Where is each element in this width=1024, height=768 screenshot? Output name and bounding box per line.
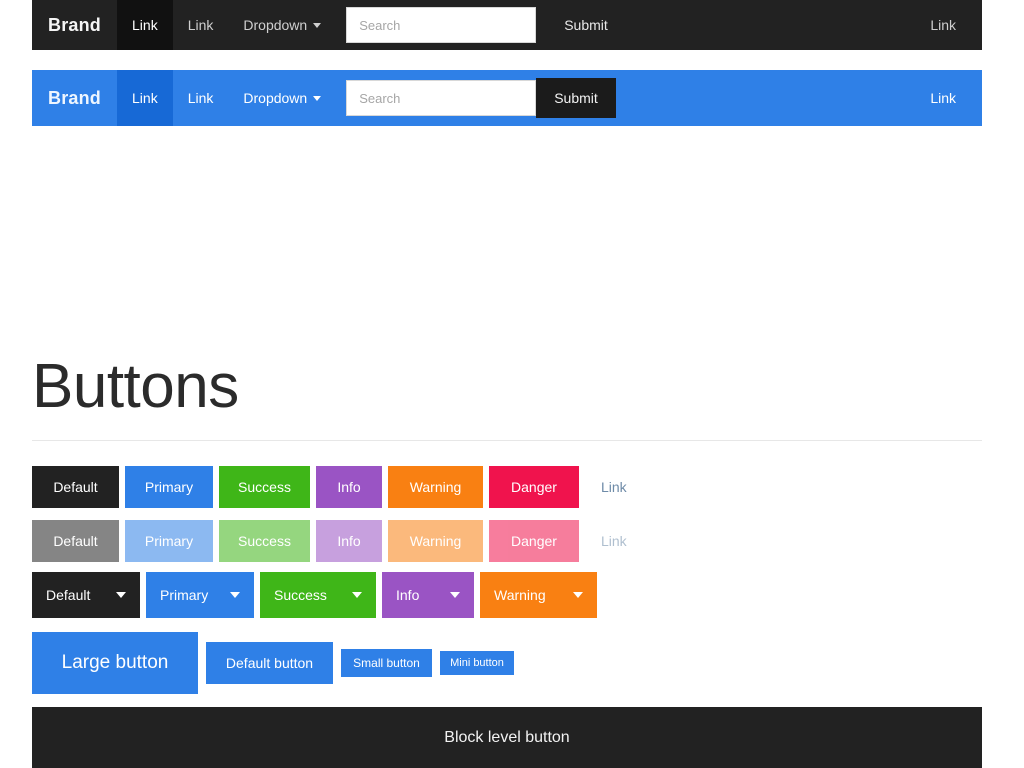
button-row-dropdowns: Default Primary Success Info Warning bbox=[32, 572, 597, 618]
navbar-dark-right-link[interactable]: Link bbox=[922, 17, 964, 33]
button-info[interactable]: Info bbox=[316, 466, 382, 508]
dropdown-button-default-label: Default bbox=[46, 587, 91, 603]
button-default[interactable]: Default bbox=[32, 466, 119, 508]
button-link[interactable]: Link bbox=[585, 466, 643, 508]
navbar-dark-search-form: Submit bbox=[346, 0, 624, 50]
dropdown-button-success-label: Success bbox=[274, 587, 327, 603]
button-success-disabled: Success bbox=[219, 520, 310, 562]
navbar-dark-link-1[interactable]: Link bbox=[117, 0, 173, 50]
dropdown-button-success[interactable]: Success bbox=[260, 572, 376, 618]
button-row-disabled: Default Primary Success Info Warning Dan… bbox=[32, 520, 643, 562]
navbar-primary-search-form: Submit bbox=[346, 70, 616, 126]
navbar-primary-right-group: Link bbox=[922, 70, 982, 126]
button-large[interactable]: Large button bbox=[32, 632, 198, 694]
navbar-primary-brand[interactable]: Brand bbox=[32, 70, 117, 126]
navbar-primary-search-input[interactable] bbox=[346, 80, 537, 116]
dropdown-button-info[interactable]: Info bbox=[382, 572, 474, 618]
page-title: Buttons bbox=[32, 352, 239, 421]
navbar-dark-link-2[interactable]: Link bbox=[173, 0, 229, 50]
navbar-primary-link-2[interactable]: Link bbox=[173, 70, 229, 126]
caret-down-icon bbox=[352, 592, 362, 598]
button-success[interactable]: Success bbox=[219, 466, 310, 508]
caret-down-icon bbox=[116, 592, 126, 598]
button-row-standard: Default Primary Success Info Warning Dan… bbox=[32, 466, 643, 508]
navbar-dark-dropdown-label: Dropdown bbox=[243, 17, 308, 33]
caret-down-icon bbox=[313, 95, 322, 101]
button-primary-disabled: Primary bbox=[125, 520, 213, 562]
heading-divider bbox=[32, 440, 982, 441]
navbar-primary-dropdown-label: Dropdown bbox=[243, 90, 308, 106]
dropdown-button-default[interactable]: Default bbox=[32, 572, 140, 618]
caret-down-icon bbox=[313, 22, 322, 28]
button-small[interactable]: Small button bbox=[341, 649, 432, 677]
caret-down-icon bbox=[230, 592, 240, 598]
navbar-dark-right-group: Link bbox=[922, 0, 982, 50]
navbar-dark: Brand Link Link Dropdown Submit Link bbox=[32, 0, 982, 50]
button-info-disabled: Info bbox=[316, 520, 382, 562]
button-primary[interactable]: Primary bbox=[125, 466, 213, 508]
dropdown-button-primary-label: Primary bbox=[160, 587, 209, 603]
button-link-disabled: Link bbox=[585, 520, 643, 562]
navbar-primary: Brand Link Link Dropdown Submit Link bbox=[32, 70, 982, 126]
button-block-level[interactable]: Block level button bbox=[32, 707, 982, 768]
button-default-size[interactable]: Default button bbox=[206, 642, 333, 684]
button-danger[interactable]: Danger bbox=[489, 466, 579, 508]
navbar-primary-right-link[interactable]: Link bbox=[922, 90, 964, 106]
button-default-disabled: Default bbox=[32, 520, 119, 562]
dropdown-button-warning[interactable]: Warning bbox=[480, 572, 597, 618]
button-row-sizes: Large button Default button Small button… bbox=[32, 632, 514, 694]
navbar-primary-link-1[interactable]: Link bbox=[117, 70, 173, 126]
navbar-dark-brand[interactable]: Brand bbox=[32, 0, 117, 50]
navbar-dark-submit-button[interactable]: Submit bbox=[548, 7, 624, 43]
button-danger-disabled: Danger bbox=[489, 520, 579, 562]
navbar-primary-submit-button[interactable]: Submit bbox=[536, 78, 616, 118]
dropdown-button-primary[interactable]: Primary bbox=[146, 572, 254, 618]
button-warning[interactable]: Warning bbox=[388, 466, 483, 508]
caret-down-icon bbox=[450, 592, 460, 598]
navbar-dark-dropdown[interactable]: Dropdown bbox=[228, 0, 336, 50]
dropdown-button-info-label: Info bbox=[396, 587, 420, 603]
button-warning-disabled: Warning bbox=[388, 520, 483, 562]
navbar-dark-search-input[interactable] bbox=[346, 7, 537, 43]
page-root: Brand Link Link Dropdown Submit Link Bra… bbox=[0, 0, 1024, 768]
navbar-primary-dropdown[interactable]: Dropdown bbox=[228, 70, 336, 126]
caret-down-icon bbox=[573, 592, 583, 598]
button-mini[interactable]: Mini button bbox=[440, 651, 514, 675]
dropdown-button-warning-label: Warning bbox=[494, 587, 546, 603]
